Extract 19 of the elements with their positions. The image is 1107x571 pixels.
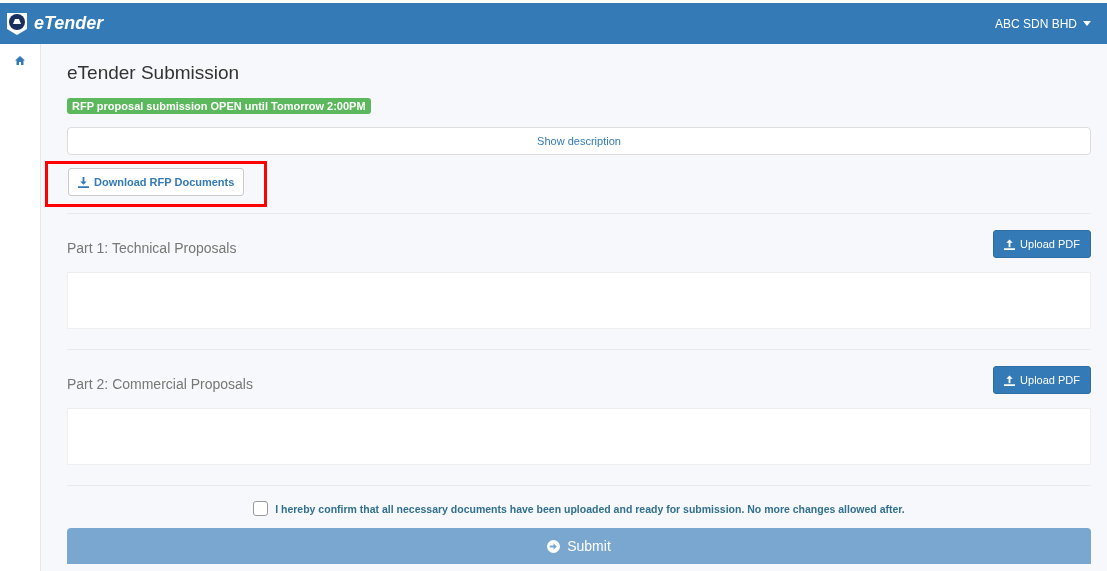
confirm-checkbox[interactable] <box>253 501 269 516</box>
upload-icon <box>1004 374 1016 386</box>
upload-button[interactable]: Upload PDF <box>993 230 1091 258</box>
section-title: Part 2: Commercial Proposals <box>67 376 253 392</box>
home-icon[interactable] <box>15 56 25 65</box>
account-menu[interactable]: ABC SDN BHD <box>995 16 1091 31</box>
caret-icon <box>1083 21 1091 26</box>
download-button[interactable]: Download RFP Documents <box>68 168 245 196</box>
brand-name[interactable]: eTender <box>34 13 104 34</box>
status-badge: RFP proposal submission OPEN until Tomorrow 2:00PM <box>67 98 371 114</box>
page-title: eTender Submission <box>67 62 241 84</box>
confirm-label: I hereby confirm that all necessary documents have been uploaded and ready for submission. No more changes allowed after. <box>275 502 905 515</box>
upload-icon <box>1004 238 1016 250</box>
logo-icon <box>6 11 28 36</box>
section-title: Part 1: Technical Proposals <box>67 240 237 256</box>
download-icon <box>78 176 89 188</box>
upload-button[interactable]: Upload PDF <box>993 366 1091 394</box>
arrow-circle-icon <box>547 539 561 553</box>
show-description-button[interactable]: Show description <box>67 127 1091 155</box>
